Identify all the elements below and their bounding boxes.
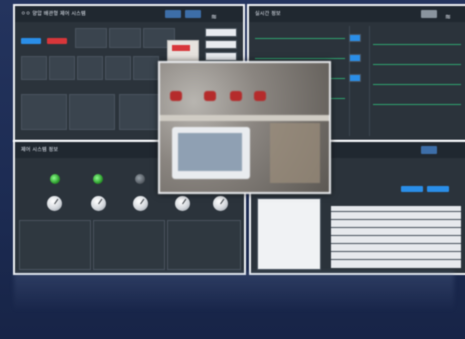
knob-icon[interactable]: [47, 196, 62, 211]
knob-icon[interactable]: [91, 196, 106, 211]
trend-line: [373, 104, 461, 105]
floor-reflection: [14, 272, 454, 312]
control-system-title: 제어 시스템 정보: [21, 147, 59, 153]
export-button[interactable]: [427, 186, 449, 192]
mode-label: [205, 52, 237, 61]
start-button[interactable]: [21, 38, 41, 44]
trend-line: [373, 64, 461, 65]
device-red-indicator: [172, 45, 190, 51]
table-row: [331, 222, 461, 228]
touch-panel: [172, 127, 250, 179]
wifi-icon: ≋: [211, 13, 218, 21]
settings-button[interactable]: [185, 10, 201, 18]
trend-line: [373, 84, 461, 85]
wiring: [270, 123, 320, 183]
table-row: [331, 230, 461, 236]
value-chip: [349, 74, 361, 82]
table-row: [331, 238, 461, 244]
device-photo: [158, 61, 331, 194]
table-row: [331, 206, 461, 212]
setting-box: [167, 220, 241, 270]
status-cell: [75, 28, 107, 48]
menu-button[interactable]: [165, 10, 181, 18]
touch-panel-screen: [178, 133, 242, 171]
trend-line: [255, 58, 345, 59]
realtime-title-bar: 실시간 정보 ≋: [249, 6, 465, 22]
knob-icon[interactable]: [175, 196, 190, 211]
red-valve: [204, 91, 216, 101]
sensor-box: [21, 94, 67, 130]
table-row: [331, 246, 461, 252]
stop-button[interactable]: [47, 38, 67, 44]
table-row: [331, 214, 461, 220]
value-chip: [349, 34, 361, 42]
status-cell: [109, 28, 141, 48]
reading-cell: [49, 56, 75, 80]
trend-line: [255, 38, 345, 39]
mode-label: [205, 28, 237, 37]
knob-icon[interactable]: [133, 196, 148, 211]
main-control-title: ㅇㅇ 양압 배관형 제어 시스템: [21, 11, 86, 17]
filter-button[interactable]: [401, 186, 423, 192]
table-row: [331, 254, 461, 260]
main-control-title-bar: ㅇㅇ 양압 배관형 제어 시스템 ≋: [15, 6, 243, 22]
mode-label: [205, 40, 237, 49]
lamp-icon: [135, 174, 145, 184]
lamp-icon: [93, 174, 103, 184]
setting-box: [93, 220, 165, 270]
home-button[interactable]: [421, 146, 437, 154]
reading-cell: [77, 56, 103, 80]
reading-cell: [133, 56, 159, 80]
value-chip: [349, 54, 361, 62]
knob-icon[interactable]: [213, 196, 228, 211]
home-button[interactable]: [421, 10, 437, 18]
red-valve: [230, 91, 242, 101]
realtime-title: 실시간 정보: [255, 11, 281, 17]
pipe: [160, 115, 329, 121]
setting-box: [19, 220, 91, 270]
red-valve: [170, 91, 182, 101]
sensor-box: [69, 94, 115, 130]
reading-cell: [105, 56, 131, 80]
lamp-icon: [50, 174, 60, 184]
wifi-icon: ≋: [445, 13, 452, 21]
side-list: [257, 198, 321, 270]
red-valve: [254, 91, 266, 101]
reading-cell: [21, 56, 47, 80]
trend-line: [373, 44, 461, 45]
chart-divider: [369, 26, 370, 136]
table-body: [331, 206, 461, 268]
